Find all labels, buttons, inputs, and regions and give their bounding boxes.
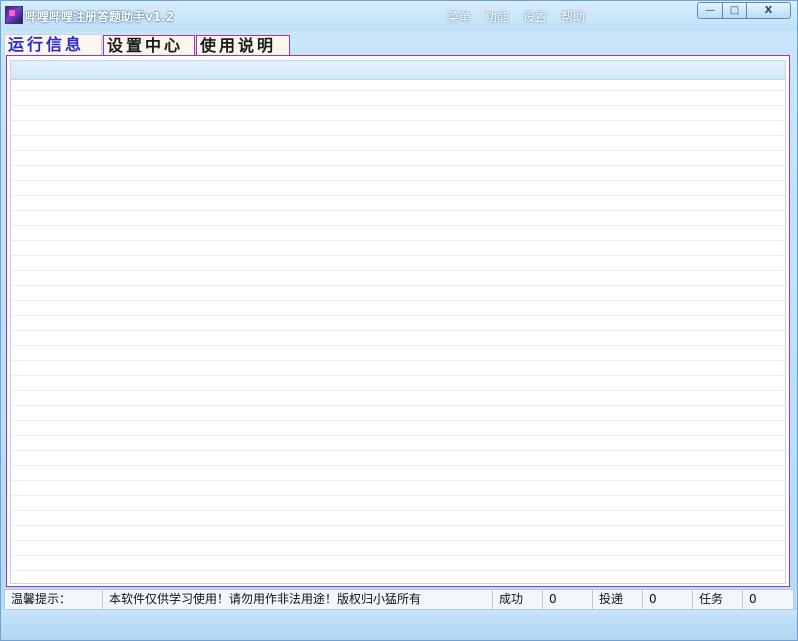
window-title: 哔哩哔哩注册答题助手v1.2 xyxy=(25,10,175,24)
tab-settings-center[interactable]: 设置中心 xyxy=(103,35,195,55)
status-bar: 温馨提示： 本软件仅供学习使用！请勿用作非法用途！版权归小猛所有 成功 0 投递… xyxy=(4,589,794,610)
close-button[interactable]: X xyxy=(746,2,791,19)
menu-item-settings[interactable]: 设置 xyxy=(523,8,547,25)
menu-item-function[interactable]: 功能 xyxy=(485,8,509,25)
status-tip-text: 本软件仅供学习使用！请勿用作非法用途！版权归小猛所有 xyxy=(103,590,493,609)
title-bar[interactable]: 哔哩哔哩注册答题助手v1.2 菜单 功能 设置 帮助 — □ X xyxy=(1,1,797,31)
status-success-value: 0 xyxy=(543,590,593,609)
status-tip-label: 温馨提示： xyxy=(5,590,103,609)
run-info-list[interactable] xyxy=(10,60,786,584)
app-logo-icon xyxy=(5,6,23,24)
tab-panel xyxy=(6,55,790,587)
status-delivered-label: 投递 xyxy=(593,590,643,609)
menu-item-help[interactable]: 帮助 xyxy=(561,8,585,25)
tab-run-info[interactable]: 运行信息 xyxy=(4,34,102,56)
tab-usage-guide[interactable]: 使用说明 xyxy=(196,35,290,55)
app-window: 哔哩哔哩注册答题助手v1.2 菜单 功能 设置 帮助 — □ X 运行信息 设置… xyxy=(0,0,798,641)
maximize-button[interactable]: □ xyxy=(722,2,747,19)
list-header[interactable] xyxy=(11,61,785,80)
status-success-label: 成功 xyxy=(493,590,543,609)
status-tasks-label: 任务 xyxy=(693,590,743,609)
minimize-button[interactable]: — xyxy=(697,2,723,19)
menu-item-menu[interactable]: 菜单 xyxy=(447,8,471,25)
window-bottom-border xyxy=(1,610,797,640)
status-delivered-value: 0 xyxy=(643,590,693,609)
window-controls: — □ X xyxy=(697,2,791,20)
status-tasks-value: 0 xyxy=(749,592,757,606)
